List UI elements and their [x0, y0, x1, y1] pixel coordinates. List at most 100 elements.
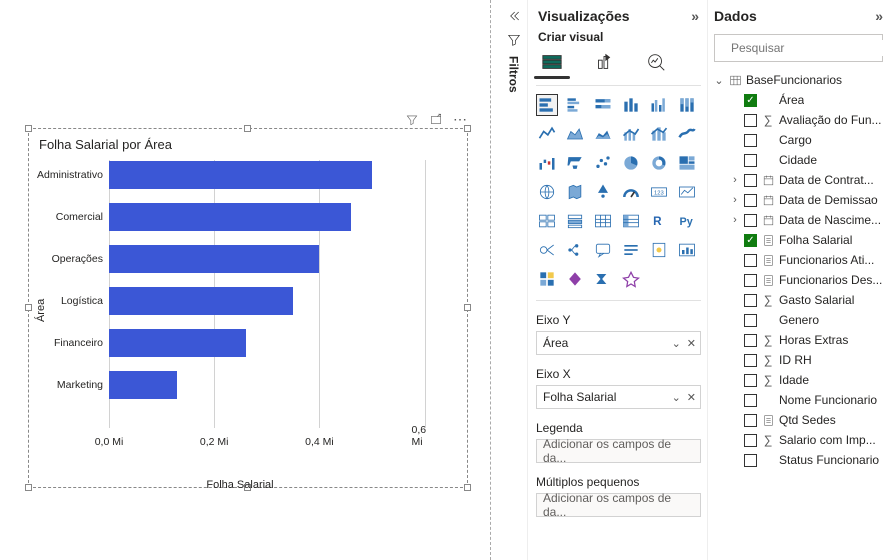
field-row[interactable]: ∑Salario com Imp... [712, 430, 885, 450]
viz-type-app[interactable] [536, 268, 558, 290]
field-checkbox[interactable] [744, 114, 757, 127]
bar[interactable] [109, 203, 351, 231]
viz-type-pie[interactable] [620, 152, 642, 174]
bar[interactable] [109, 287, 293, 315]
bar[interactable] [109, 329, 246, 357]
viz-type-powerapps[interactable] [564, 268, 586, 290]
collapse-pane-icon[interactable]: » [875, 8, 883, 24]
viz-type-clustered-bar[interactable] [564, 94, 586, 116]
chevron-down-icon[interactable]: ⌄ [672, 391, 681, 404]
viz-type-line[interactable] [536, 123, 558, 145]
field-checkbox[interactable] [744, 434, 757, 447]
eixo-y-field[interactable]: Área ⌄✕ [536, 331, 701, 355]
field-row[interactable]: Qtd Sedes [712, 410, 885, 430]
field-row[interactable]: ∑ID RH [712, 350, 885, 370]
caret-right-icon[interactable]: › [730, 214, 740, 226]
viz-type-stacked-100-bar[interactable] [592, 94, 614, 116]
viz-type-stacked-area[interactable] [592, 123, 614, 145]
field-row[interactable]: ∑Idade [712, 370, 885, 390]
resize-handle[interactable] [244, 125, 251, 132]
field-row[interactable]: ∑Horas Extras [712, 330, 885, 350]
field-checkbox[interactable] [744, 394, 757, 407]
viz-type-custom-visual[interactable] [620, 268, 642, 290]
focus-mode-icon[interactable] [429, 113, 443, 127]
viz-type-paginated[interactable] [648, 239, 670, 261]
viz-type-waterfall[interactable] [536, 152, 558, 174]
field-row[interactable]: Genero [712, 310, 885, 330]
viz-type-kpi[interactable] [676, 181, 698, 203]
collapse-pane-icon[interactable]: » [691, 8, 699, 24]
field-checkbox[interactable] [744, 354, 757, 367]
resize-handle[interactable] [464, 484, 471, 491]
viz-type-funnel[interactable] [564, 152, 586, 174]
field-checkbox[interactable] [744, 134, 757, 147]
search-box[interactable] [714, 34, 883, 62]
resize-handle[interactable] [25, 125, 32, 132]
viz-type-clustered-column[interactable] [648, 94, 670, 116]
viz-type-azure-map[interactable] [592, 181, 614, 203]
chevron-down-icon[interactable]: ⌄ [672, 337, 681, 350]
bar[interactable] [109, 371, 177, 399]
eixo-x-field[interactable]: Folha Salarial ⌄✕ [536, 385, 701, 409]
viz-type-stacked-bar[interactable] [536, 94, 558, 116]
field-row[interactable]: ✓Área [712, 90, 885, 110]
viz-type-multi-card[interactable] [536, 210, 558, 232]
field-row[interactable]: Nome Funcionario [712, 390, 885, 410]
field-row[interactable]: ›Data de Nascime... [712, 210, 885, 230]
viz-type-r-visual[interactable]: R [648, 210, 670, 232]
viz-type-scatter[interactable] [592, 152, 614, 174]
caret-down-icon[interactable]: ⌄ [714, 74, 724, 87]
field-row[interactable]: ✓Folha Salarial [712, 230, 885, 250]
viz-type-filled-map[interactable] [564, 181, 586, 203]
multiplos-well[interactable]: Adicionar os campos de da... [536, 493, 701, 517]
field-checkbox[interactable]: ✓ [744, 94, 757, 107]
viz-type-area[interactable] [564, 123, 586, 145]
viz-type-powerautomate[interactable] [592, 268, 614, 290]
field-checkbox[interactable]: ✓ [744, 234, 757, 247]
field-row[interactable]: Cidade [712, 150, 885, 170]
field-checkbox[interactable] [744, 194, 757, 207]
field-checkbox[interactable] [744, 294, 757, 307]
remove-field-icon[interactable]: ✕ [687, 337, 696, 350]
format-visual-tab[interactable] [592, 50, 616, 74]
field-row[interactable]: ∑Gasto Salarial [712, 290, 885, 310]
field-checkbox[interactable] [744, 374, 757, 387]
filters-icon[interactable] [506, 32, 522, 48]
field-checkbox[interactable] [744, 274, 757, 287]
field-checkbox[interactable] [744, 414, 757, 427]
search-input[interactable] [729, 40, 888, 56]
viz-type-stacked-100-column[interactable] [676, 94, 698, 116]
expand-panel-icon[interactable] [506, 8, 522, 24]
viz-type-table[interactable] [592, 210, 614, 232]
filters-panel-tab[interactable]: Filtros [507, 56, 521, 93]
viz-type-narrative[interactable] [620, 239, 642, 261]
viz-type-slicer[interactable] [564, 210, 586, 232]
viz-type-stacked-column[interactable] [620, 94, 642, 116]
caret-right-icon[interactable]: › [730, 194, 740, 206]
field-checkbox[interactable] [744, 214, 757, 227]
caret-right-icon[interactable]: › [730, 174, 740, 186]
viz-type-gauge[interactable] [620, 181, 642, 203]
field-checkbox[interactable] [744, 254, 757, 267]
viz-type-line-stacked[interactable] [648, 123, 670, 145]
resize-handle[interactable] [25, 304, 32, 311]
filter-icon[interactable] [405, 113, 419, 127]
viz-type-treemap[interactable] [676, 152, 698, 174]
more-options-icon[interactable]: ⋯ [453, 111, 467, 128]
field-checkbox[interactable] [744, 454, 757, 467]
legenda-well[interactable]: Adicionar os campos de da... [536, 439, 701, 463]
viz-type-map[interactable] [536, 181, 558, 203]
field-checkbox[interactable] [744, 314, 757, 327]
field-row[interactable]: ›Data de Demissao [712, 190, 885, 210]
viz-type-decomposition[interactable] [564, 239, 586, 261]
resize-handle[interactable] [464, 304, 471, 311]
table-node[interactable]: ⌄ BaseFuncionarios [712, 70, 885, 90]
viz-type-card[interactable]: 123 [648, 181, 670, 203]
bar[interactable] [109, 245, 319, 273]
analytics-tab[interactable] [644, 50, 668, 74]
remove-field-icon[interactable]: ✕ [687, 391, 696, 404]
viz-type-py-visual[interactable]: Py [676, 210, 698, 232]
bar[interactable] [109, 161, 372, 189]
field-checkbox[interactable] [744, 154, 757, 167]
viz-type-donut[interactable] [648, 152, 670, 174]
